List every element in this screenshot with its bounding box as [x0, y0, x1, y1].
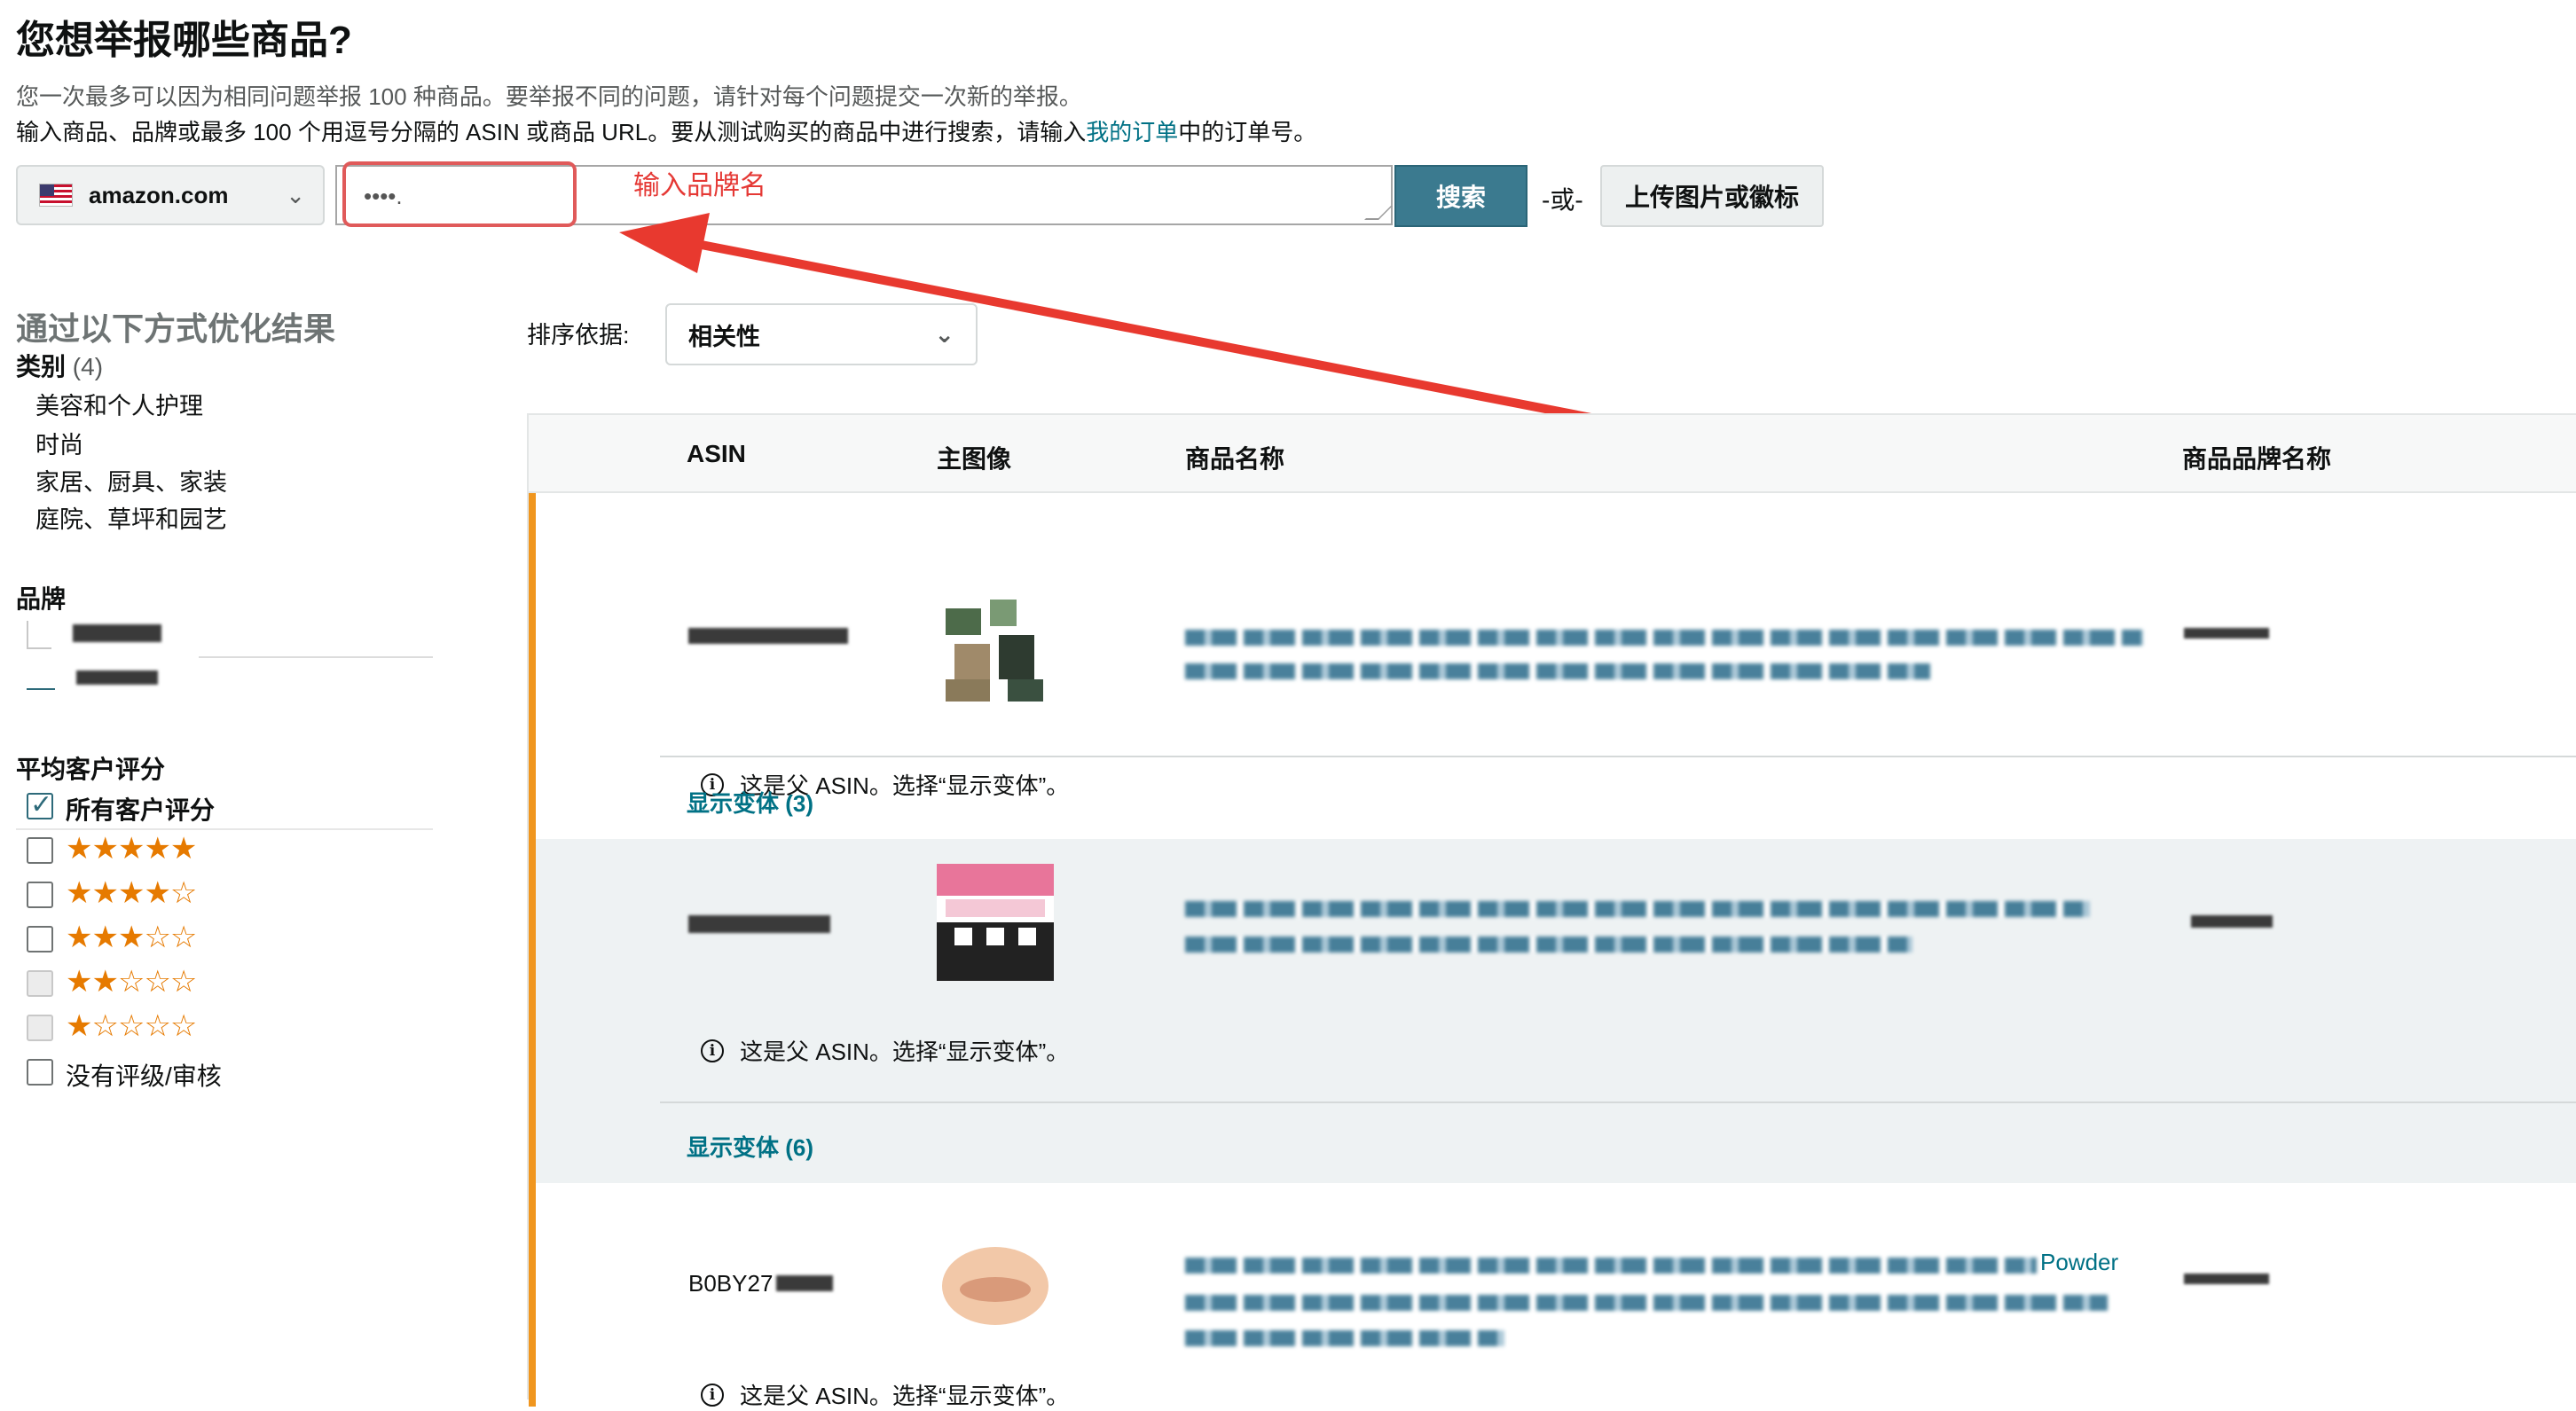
annotation-label: 输入品牌名 [633, 171, 766, 200]
parent-asin-note: i 这是父 ASIN。选择“显示变体”。 [701, 1378, 1069, 1411]
product-image [937, 864, 1054, 981]
rating-5-stars[interactable]: ★★★★★ [66, 834, 197, 864]
table-row[interactable]: i 这是父 ASIN。选择“显示变体”。 [529, 495, 2576, 830]
brand-value [2184, 1274, 2269, 1284]
rating-1-checkbox[interactable] [27, 1015, 53, 1041]
results-table: ASIN 主图像 商品名称 商品品牌名称 i 这是父 ASIN。选择“显示变体”… [527, 413, 2576, 1409]
category-count: (4) [72, 353, 104, 380]
brand-divider [199, 656, 433, 658]
info-icon: i [701, 1383, 724, 1407]
annotation-highlight-box [342, 161, 577, 227]
refine-results-title: 通过以下方式优化结果 [16, 310, 336, 347]
rating-2-checkbox[interactable] [27, 970, 53, 997]
asin-blurred-suffix [776, 1275, 834, 1291]
category-item-patio-garden[interactable]: 庭院、草坪和园艺 [35, 500, 227, 535]
rating-3-checkbox[interactable] [27, 926, 53, 952]
no-rating-checkbox[interactable] [27, 1059, 53, 1086]
rating-3-stars[interactable]: ★★★☆☆ [66, 922, 197, 952]
product-image [942, 1247, 1048, 1325]
marketplace-label: amazon.com [89, 181, 229, 208]
parent-asin-note-text: 这是父 ASIN。选择“显示变体”。 [740, 1039, 1070, 1065]
us-flag-icon [39, 184, 73, 207]
category-heading: 类别 (4) [16, 348, 103, 383]
avg-rating-heading: 平均客户评分 [16, 756, 166, 783]
product-title-tail[interactable]: Powder [2040, 1249, 2118, 1276]
parent-asin-note: i 这是父 ASIN。选择“显示变体”。 [701, 1034, 1069, 1067]
rating-4-checkbox[interactable] [27, 882, 53, 908]
asin-prefix: B0BY27 [688, 1270, 774, 1297]
sort-select[interactable]: 相关性 ⌄ [665, 303, 978, 365]
asin-value [688, 628, 848, 644]
brand-value [2184, 628, 2269, 639]
product-title-line[interactable] [1185, 937, 1912, 952]
table-row[interactable]: i 这是父 ASIN。选择“显示变体”。 显示变体 (6) [536, 839, 2576, 1183]
brand-item-1[interactable] [73, 624, 161, 642]
category-item-beauty[interactable]: 美容和个人护理 [35, 387, 203, 421]
rating-4-stars[interactable]: ★★★★☆ [66, 878, 197, 908]
product-title-line[interactable] [1185, 901, 2090, 917]
instructions-limit: 您一次最多可以因为相同问题举报 100 种商品。要举报不同的问题，请针对每个问题… [16, 83, 1082, 110]
show-variants-link[interactable]: 显示变体 (3) [687, 786, 813, 819]
col-product-name: 商品名称 [1185, 445, 1285, 473]
table-header: ASIN 主图像 商品名称 商品品牌名称 [529, 415, 2576, 493]
marketplace-select[interactable]: amazon.com ⌄ [16, 165, 325, 225]
category-item-home-kitchen[interactable]: 家居、厨具、家装 [35, 463, 227, 498]
product-title-line[interactable] [1185, 1295, 2108, 1311]
brand-heading: 品牌 [16, 585, 67, 613]
product-title-line[interactable] [1185, 630, 2143, 646]
instructions-input-suffix: 中的订单号。 [1178, 119, 1317, 145]
chevron-down-icon: ⌄ [286, 181, 305, 208]
asin-value [688, 915, 830, 933]
brand-checkbox-2[interactable] [27, 688, 55, 690]
rating-2-stars[interactable]: ★★☆☆☆ [66, 967, 197, 997]
rating-1-stars[interactable]: ★☆☆☆☆ [66, 1011, 197, 1041]
category-item-fashion[interactable]: 时尚 [35, 426, 83, 460]
rating-5-checkbox[interactable] [27, 837, 53, 864]
rating-divider [16, 828, 433, 830]
search-button[interactable]: 搜索 [1394, 165, 1528, 227]
brand-value [2191, 915, 2273, 928]
show-variants-link[interactable]: 显示变体 (6) [687, 1130, 813, 1163]
instructions-input: 输入商品、品牌或最多 100 个用逗号分隔的 ASIN 或商品 URL。要从测试… [16, 117, 1316, 147]
table-row[interactable]: B0BY27 Powder i 这是父 ASIN。选择“显示变体”。 [529, 1185, 2576, 1409]
product-title-line[interactable] [1185, 1258, 2037, 1274]
all-ratings-label[interactable]: 所有客户评分 [66, 791, 215, 827]
brand-checkbox[interactable] [27, 621, 51, 649]
instructions-input-text: 输入商品、品牌或最多 100 个用逗号分隔的 ASIN 或商品 URL。要从测试… [16, 119, 1087, 145]
my-orders-link[interactable]: 我的订单 [1086, 119, 1178, 145]
or-separator: -或- [1542, 186, 1583, 214]
sort-value: 相关性 [688, 323, 760, 350]
upload-image-button[interactable]: 上传图片或徽标 [1600, 165, 1824, 227]
info-icon: i [701, 1039, 724, 1062]
col-brand-name: 商品品牌名称 [2182, 445, 2332, 473]
no-rating-label[interactable]: 没有评级/审核 [66, 1057, 222, 1093]
row-divider [660, 756, 2576, 757]
page-title: 您想举报哪些商品? [16, 19, 352, 62]
parent-asin-note-text: 这是父 ASIN。选择“显示变体”。 [740, 1383, 1070, 1409]
sort-label: 排序依据: [527, 322, 630, 349]
all-ratings-checkbox[interactable] [27, 789, 53, 820]
product-title-line[interactable] [1185, 663, 1930, 679]
brand-item-2[interactable] [76, 670, 158, 685]
col-main-image: 主图像 [937, 445, 1012, 473]
category-heading-label: 类别 [16, 353, 67, 380]
asin-value: B0BY27 [688, 1270, 834, 1297]
chevron-down-icon: ⌄ [934, 320, 954, 348]
col-asin: ASIN [687, 440, 746, 467]
product-image [937, 591, 1054, 708]
product-title-line[interactable] [1185, 1330, 1504, 1346]
row-divider [660, 1101, 2576, 1103]
